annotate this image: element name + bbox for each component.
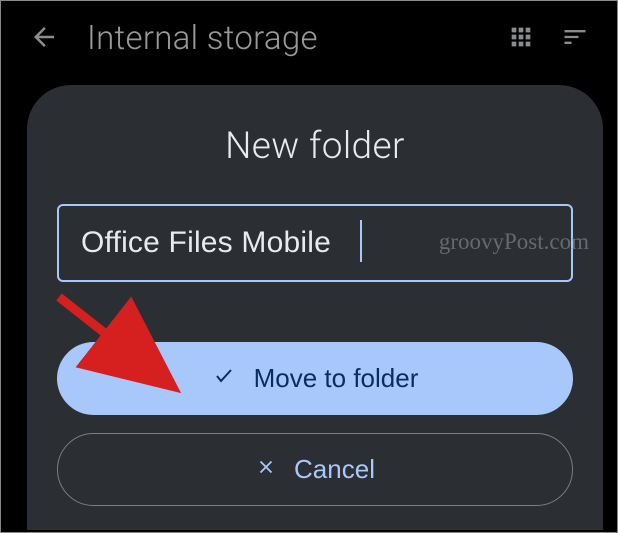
cancel-button-label: Cancel [294, 454, 375, 485]
new-folder-dialog: New folder Move to folder Cancel [27, 85, 603, 530]
sort-icon[interactable] [561, 23, 589, 55]
folder-name-input-wrapper [57, 204, 573, 282]
dialog-title: New folder [225, 125, 405, 168]
text-caret [360, 220, 362, 262]
check-icon [212, 363, 236, 394]
grid-view-icon[interactable] [507, 23, 535, 55]
back-arrow-icon[interactable] [29, 22, 59, 56]
close-icon [255, 454, 277, 485]
move-to-folder-button[interactable]: Move to folder [57, 342, 573, 415]
move-button-label: Move to folder [254, 363, 419, 394]
page-title: Internal storage [87, 19, 479, 58]
header-actions [507, 23, 589, 55]
folder-name-input[interactable] [57, 204, 573, 282]
cancel-button[interactable]: Cancel [57, 433, 573, 506]
app-header: Internal storage [1, 1, 617, 76]
